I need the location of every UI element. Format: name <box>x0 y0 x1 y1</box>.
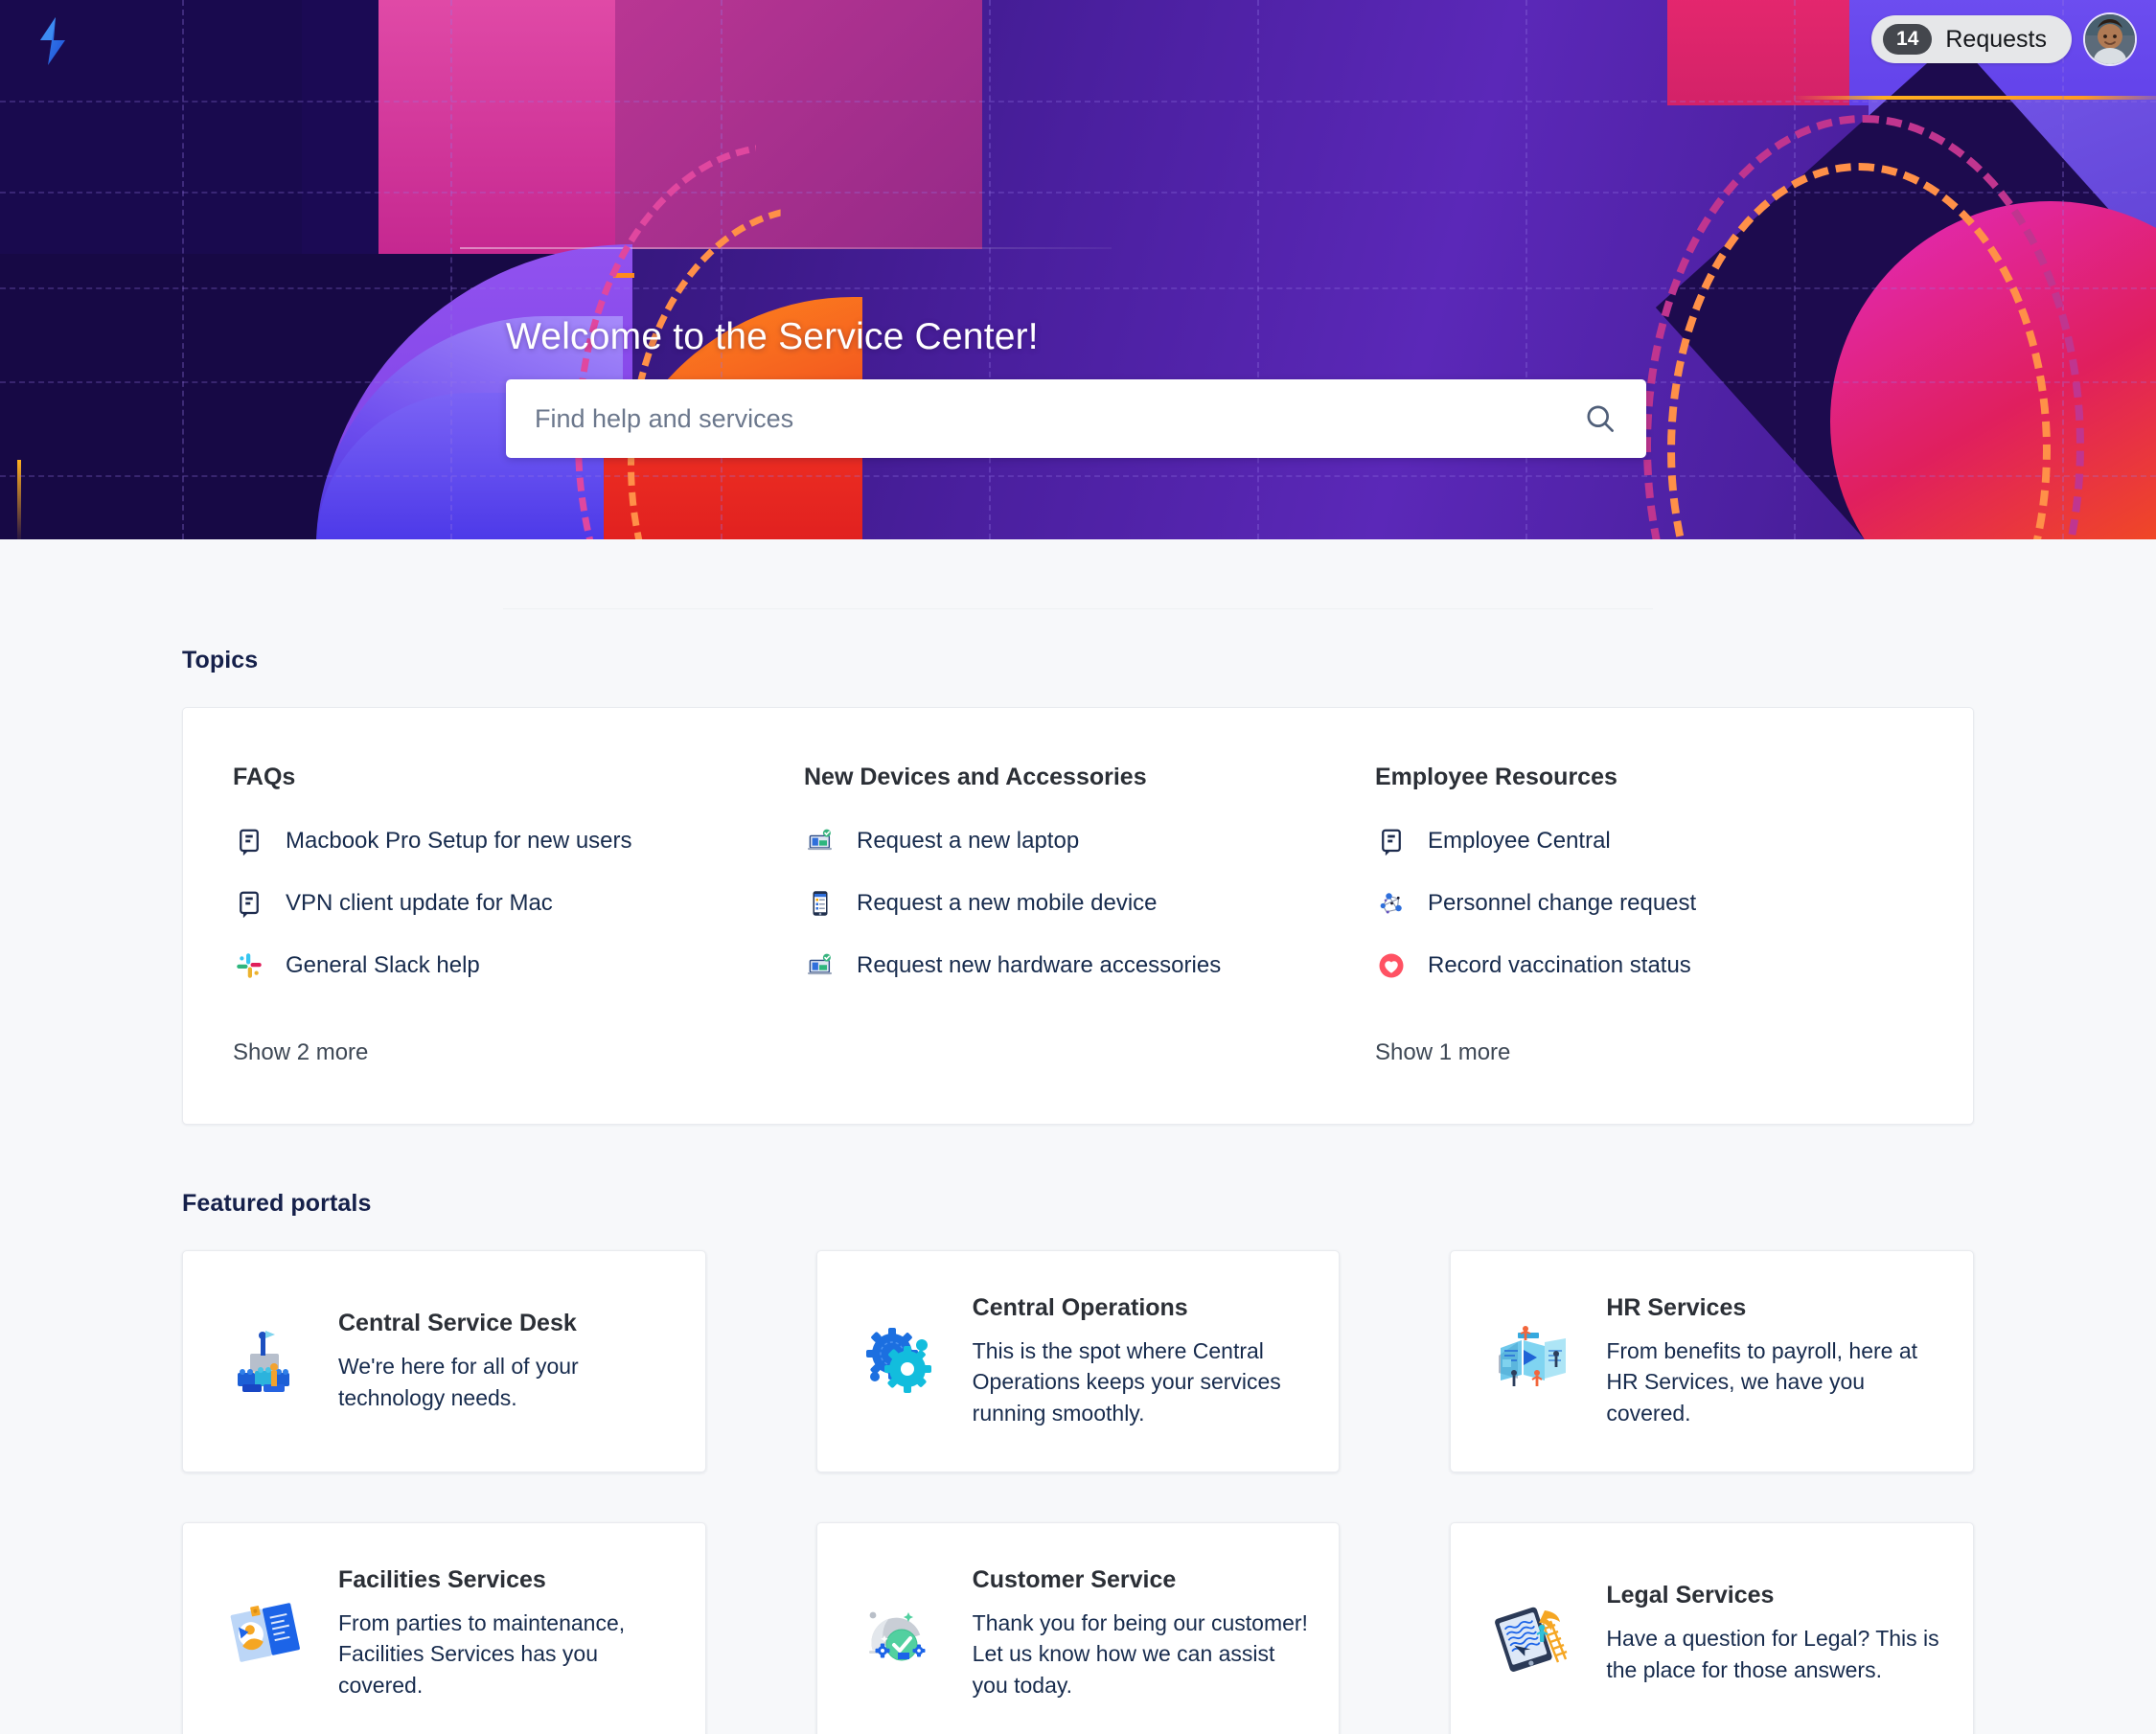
topic-column-new-devices: New Devices and Accessories Request a ne… <box>804 764 1375 1066</box>
knowledge-article-icon <box>233 887 265 920</box>
topic-link-employee-central[interactable]: Employee Central <box>1375 824 1696 858</box>
heart-shield-icon <box>1375 949 1408 982</box>
portal-card-central-service-desk[interactable]: Central Service Desk We're here for all … <box>182 1250 706 1472</box>
laptop-icon <box>804 825 837 857</box>
main-content: Topics FAQs Macbook Pro Setup for new us… <box>0 539 2156 1734</box>
content-divider <box>503 608 1653 609</box>
topic-link-request-new-mobile-device[interactable]: Request a new mobile device <box>804 886 1375 921</box>
topic-link-label: Request a new mobile device <box>857 889 1158 916</box>
requests-button[interactable]: 14 Requests <box>1871 14 2072 64</box>
topic-link-record-vaccination-status[interactable]: Record vaccination status <box>1375 948 1696 983</box>
service-cloche-icon <box>854 1587 946 1679</box>
topic-link-label: VPN client update for Mac <box>286 889 553 916</box>
show-more-faqs[interactable]: Show 2 more <box>233 1039 368 1066</box>
portal-card-customer-service[interactable]: Customer Service Thank you for being our… <box>815 1522 1341 1734</box>
topic-link-request-hardware-accessories[interactable]: Request new hardware accessories <box>804 948 1375 983</box>
requests-label: Requests <box>1945 25 2047 53</box>
hero-content: Welcome to the Service Center! <box>506 316 1646 458</box>
featured-portals-section-title: Featured portals <box>182 1190 372 1217</box>
topbar-actions: 14 Requests <box>1871 14 2135 64</box>
requests-count-badge: 14 <box>1883 23 1933 56</box>
knowledge-article-icon <box>1375 825 1408 857</box>
portal-card-title: Legal Services <box>1606 1581 1775 1609</box>
topics-card: FAQs Macbook Pro Setup for new users VPN… <box>182 707 1974 1125</box>
portal-card-description: We're here for all of your technology ne… <box>338 1353 579 1410</box>
topic-link-label: Personnel change request <box>1428 889 1697 916</box>
portal-card-facilities-services[interactable]: Facilities Services From parties to main… <box>182 1522 706 1734</box>
hero-banner: 14 Requests Welcome to the Service Cente… <box>0 0 2156 539</box>
topic-link-macbook-pro-setup[interactable]: Macbook Pro Setup for new users <box>233 824 804 858</box>
gears-icon <box>854 1315 946 1407</box>
id-badge-icon <box>219 1587 311 1679</box>
building-blocks-icon <box>219 1315 311 1407</box>
search-icon[interactable] <box>1579 398 1621 440</box>
portal-card-description: From parties to maintenance, Facilities … <box>338 1609 626 1698</box>
page-title: Welcome to the Service Center! <box>506 316 1039 357</box>
search-input[interactable] <box>506 379 1646 458</box>
hr-panels-icon <box>1487 1315 1579 1407</box>
search-bar[interactable] <box>506 379 1646 458</box>
topic-column-faqs: FAQs Macbook Pro Setup for new users VPN… <box>233 764 804 1066</box>
portal-card-legal-services[interactable]: Legal Services Have a question for Legal… <box>1450 1522 1974 1734</box>
jira-service-management-logo-icon[interactable] <box>31 15 73 67</box>
knowledge-article-icon <box>233 825 265 857</box>
portal-card-title: Facilities Services <box>338 1565 546 1593</box>
portal-card-central-operations[interactable]: Central Operations This is the spot wher… <box>815 1250 1341 1472</box>
portal-card-title: Central Operations <box>972 1293 1188 1321</box>
topic-link-label: Macbook Pro Setup for new users <box>286 827 632 854</box>
portal-card-description: This is the spot where Central Operation… <box>972 1337 1281 1426</box>
topic-column-heading: FAQs <box>233 764 296 790</box>
mobile-device-icon <box>804 887 837 920</box>
show-more-employee-resources[interactable]: Show 1 more <box>1375 1039 1510 1066</box>
topic-link-label: Employee Central <box>1428 827 1611 854</box>
portal-card-description: Have a question for Legal? This is the p… <box>1606 1625 1939 1682</box>
slack-icon <box>233 949 265 982</box>
avatar[interactable] <box>2085 14 2135 64</box>
topic-link-label: General Slack help <box>286 951 480 978</box>
topic-link-label: Request new hardware accessories <box>857 951 1222 978</box>
laptop-icon <box>804 949 837 982</box>
portal-card-description: From benefits to payroll, here at HR Ser… <box>1606 1337 1918 1426</box>
topic-link-general-slack-help[interactable]: General Slack help <box>233 948 804 983</box>
topic-link-label: Request a new laptop <box>857 827 1080 854</box>
topics-section-title: Topics <box>182 647 259 673</box>
topic-column-heading: Employee Resources <box>1375 764 1617 790</box>
portal-card-hr-services[interactable]: HR Services From benefits to payroll, he… <box>1450 1250 1974 1472</box>
featured-portals-grid: Central Service Desk We're here for all … <box>182 1250 1974 1734</box>
network-nodes-icon <box>1375 887 1408 920</box>
topic-link-personnel-change-request[interactable]: Personnel change request <box>1375 886 1696 921</box>
legal-tablet-icon <box>1487 1587 1579 1679</box>
portal-card-title: Central Service Desk <box>338 1309 577 1336</box>
topic-column-heading: New Devices and Accessories <box>804 764 1147 790</box>
portal-card-title: Customer Service <box>972 1565 1177 1593</box>
topic-column-employee-resources: Employee Resources Employee Central Pers… <box>1375 764 1696 1066</box>
portal-card-title: HR Services <box>1606 1293 1747 1321</box>
topic-link-label: Record vaccination status <box>1428 951 1691 978</box>
portal-card-description: Thank you for being our customer! Let us… <box>972 1609 1308 1698</box>
topic-link-request-new-laptop[interactable]: Request a new laptop <box>804 824 1375 858</box>
topic-link-vpn-client-update[interactable]: VPN client update for Mac <box>233 886 804 921</box>
